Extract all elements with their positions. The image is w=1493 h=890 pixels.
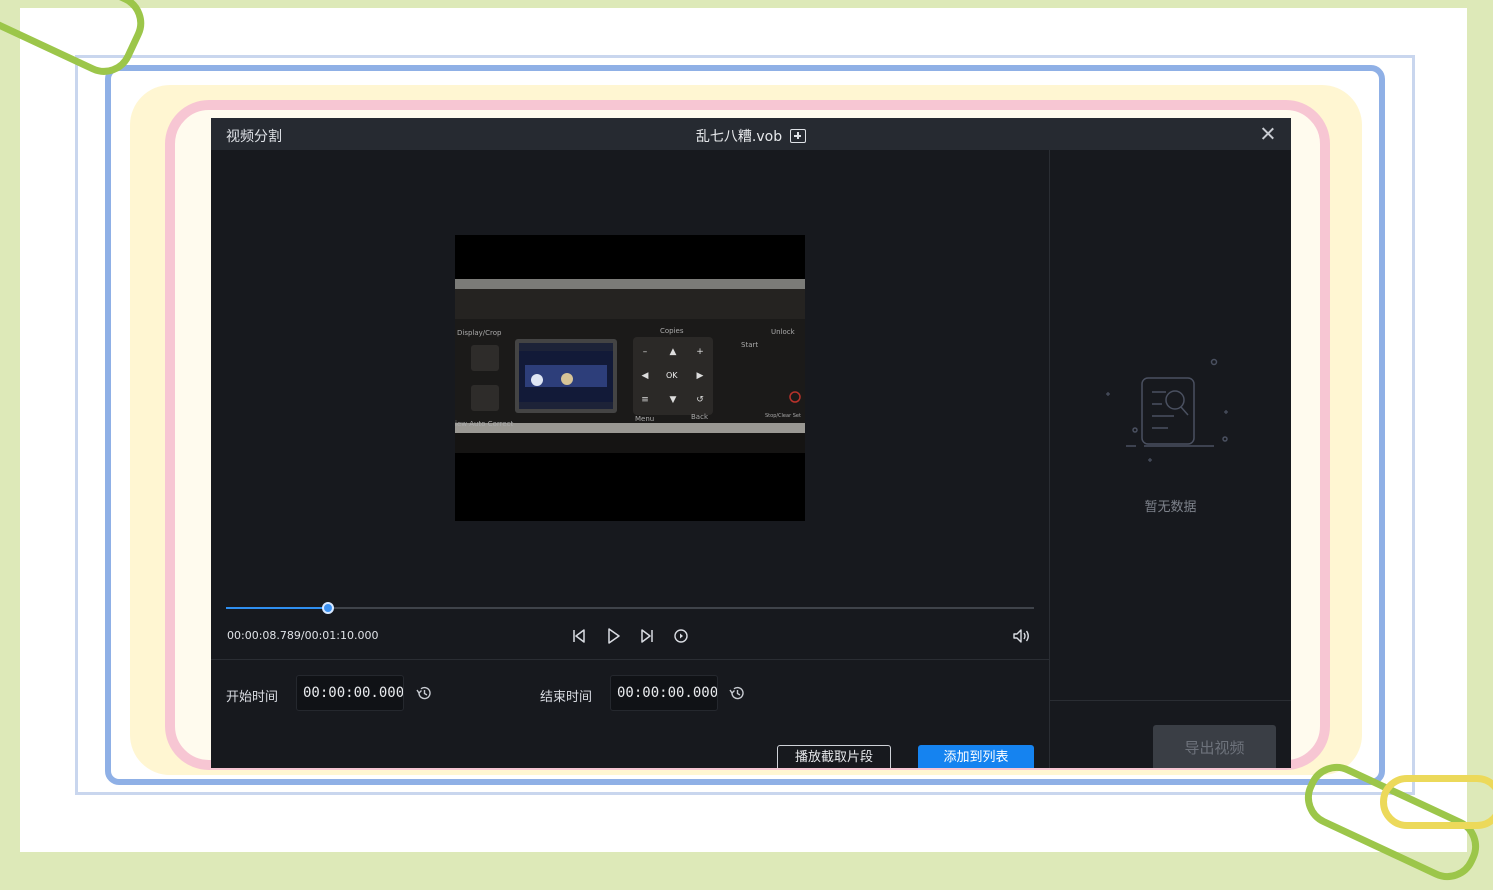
svg-text:≡: ≡ bbox=[641, 395, 649, 405]
svg-text:▼: ▼ bbox=[670, 395, 677, 405]
frame-text-ok: OK bbox=[666, 371, 678, 380]
file-name: 乱七八糟.vob bbox=[695, 129, 783, 145]
frame-text-menu: Menu bbox=[635, 415, 654, 423]
start-time-label: 开始时间 bbox=[226, 690, 279, 705]
loop-icon[interactable] bbox=[671, 626, 691, 646]
paperclip-decoration bbox=[1380, 775, 1493, 829]
svg-text:↺: ↺ bbox=[696, 395, 704, 405]
end-time-input[interactable] bbox=[610, 675, 718, 711]
frame-text-auto-correct: iew Auto Correct bbox=[455, 420, 513, 428]
video-split-dialog: 视频分割 乱七八糟.vob – ▲ + ◀ ▶ ≡ ▼ ↺ Display/Cr… bbox=[211, 118, 1291, 768]
volume-icon[interactable] bbox=[1011, 626, 1031, 646]
reset-end-time-icon[interactable] bbox=[728, 684, 746, 702]
timecode: 00:00:08.789/00:01:10.000 bbox=[227, 629, 379, 642]
progress-handle[interactable] bbox=[321, 602, 334, 614]
svg-text:▶: ▶ bbox=[697, 371, 704, 381]
start-time-input[interactable] bbox=[296, 675, 404, 711]
export-video-button[interactable]: 导出视频 bbox=[1153, 725, 1276, 768]
skip-back-icon[interactable] bbox=[569, 626, 589, 646]
frame-text-stop-clear: Stop/Clear Set bbox=[765, 413, 801, 419]
frame-text-display-crop: Display/Crop bbox=[457, 329, 502, 337]
svg-text:◀: ◀ bbox=[642, 371, 649, 381]
svg-text:+: + bbox=[696, 347, 704, 357]
progress-bar[interactable] bbox=[226, 602, 1034, 614]
play-clip-button[interactable]: 播放截取片段 bbox=[777, 745, 891, 768]
frame-text-copies: Copies bbox=[660, 327, 684, 335]
close-icon[interactable] bbox=[1259, 125, 1277, 143]
play-icon[interactable] bbox=[603, 626, 623, 646]
controls-divider bbox=[211, 659, 1049, 660]
add-file-icon[interactable] bbox=[790, 129, 807, 143]
right-panel-divider bbox=[1050, 700, 1291, 701]
panel-divider bbox=[1049, 150, 1050, 768]
add-to-list-button[interactable]: 添加到列表 bbox=[918, 745, 1034, 768]
empty-data-text: 暂无数据 bbox=[1144, 500, 1197, 515]
empty-data-icon bbox=[1106, 358, 1228, 462]
video-frame-image: – ▲ + ◀ ▶ ≡ ▼ ↺ Display/Crop Copies Unlock St… bbox=[455, 235, 805, 521]
reset-start-time-icon[interactable] bbox=[415, 684, 433, 702]
svg-text:–: – bbox=[643, 347, 648, 357]
file-name-area: 乱七八糟.vob bbox=[211, 126, 1291, 146]
frame-text-unlock: Unlock bbox=[771, 328, 796, 336]
frame-text-back: Back bbox=[691, 413, 709, 421]
end-time-label: 结束时间 bbox=[540, 690, 593, 705]
skip-forward-icon[interactable] bbox=[637, 626, 657, 646]
video-preview[interactable]: – ▲ + ◀ ▶ ≡ ▼ ↺ Display/Crop Copies Unlock St… bbox=[455, 235, 805, 521]
frame-text-start: Start bbox=[741, 341, 758, 349]
progress-fill bbox=[226, 607, 328, 609]
title-bar: 视频分割 乱七八糟.vob bbox=[211, 118, 1291, 150]
svg-text:▲: ▲ bbox=[670, 347, 677, 357]
